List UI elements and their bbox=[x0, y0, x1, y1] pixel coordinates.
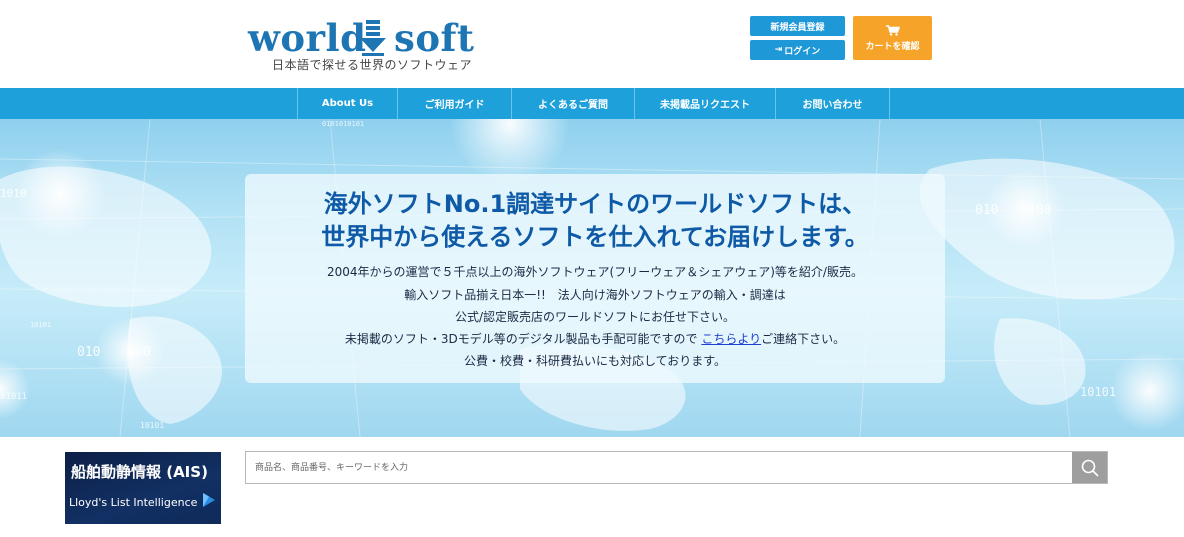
nav-list: About Us ご利用ガイド よくあるご質問 未掲載品リクエスト お問い合わせ bbox=[297, 88, 890, 119]
nav-item-about-us[interactable]: About Us bbox=[298, 88, 398, 119]
nav-item-request[interactable]: 未掲載品リクエスト bbox=[635, 88, 776, 119]
bg-digits: 01011 bbox=[0, 392, 27, 402]
bg-digits: 0101010101 bbox=[322, 120, 364, 128]
logo-word-world: world bbox=[248, 16, 367, 60]
hero-title-line1: 海外ソフトNo.1調達サイトのワールドソフトは、 bbox=[323, 190, 867, 218]
banner-subtitle: Lloyd's List Intelligence bbox=[69, 496, 198, 509]
login-icon: ⇥ bbox=[774, 45, 783, 55]
hero-text-line4: 未掲載のソフト・3Dモデル等のデジタル製品も手配可能ですので こちらよりご連絡下… bbox=[245, 331, 945, 347]
hero-text-line1: 2004年からの運営で５千点以上の海外ソフトウェア(フリーウェア＆シェアウェア)… bbox=[327, 265, 863, 279]
hero-text-line4-before: 未掲載のソフト・3Dモデル等のデジタル製品も手配可能ですので bbox=[344, 332, 702, 346]
cart-button[interactable]: カートを確認 bbox=[853, 16, 932, 60]
nav-item-faq[interactable]: よくあるご質問 bbox=[512, 88, 635, 119]
search-input[interactable] bbox=[246, 452, 1072, 483]
hero-text-line5: 公費・校費・科研費払いにも対応しております。 bbox=[463, 354, 727, 368]
banner-title: 船舶動静情報 (AIS) bbox=[71, 463, 208, 481]
register-button-label: 新規会員登録 bbox=[770, 22, 825, 33]
search-icon bbox=[1081, 459, 1099, 477]
bg-digits: 100 bbox=[127, 345, 150, 360]
site-header: world soft 日本語で探せる世界のソフトウェア 新規会員登録 ⇥ ログイ… bbox=[0, 0, 1184, 88]
main-nav: About Us ご利用ガイド よくあるご質問 未掲載品リクエスト お問い合わせ bbox=[0, 88, 1184, 119]
download-arrow-icon bbox=[360, 20, 386, 56]
bg-digits: 010 bbox=[975, 203, 998, 218]
bg-digits: 1010 bbox=[0, 187, 27, 200]
search-button[interactable] bbox=[1072, 452, 1107, 483]
hero-text-line3: 公式/認定販売店のワールドソフトにお任せ下さい。 bbox=[454, 310, 736, 324]
bg-digits: 100 bbox=[1028, 203, 1051, 218]
cart-button-label: カートを確認 bbox=[865, 41, 920, 52]
bg-digits: 10101 bbox=[1080, 385, 1116, 399]
logo-tagline: 日本語で探せる世界のソフトウェア bbox=[272, 58, 473, 72]
ais-banner[interactable]: 船舶動静情報 (AIS) Lloyd's List Intelligence bbox=[65, 452, 221, 524]
hero-section: 0101010101 1010 010 100 010 100 10101 10… bbox=[0, 119, 1184, 437]
nav-item-contact[interactable]: お問い合わせ bbox=[776, 88, 890, 119]
hero-text-line4-after: ご連絡下さい。 bbox=[761, 332, 846, 346]
nav-item-guide[interactable]: ご利用ガイド bbox=[398, 88, 512, 119]
logo-word-soft: soft bbox=[394, 16, 475, 60]
site-logo[interactable]: world soft 日本語で探せる世界のソフトウェア bbox=[248, 14, 474, 74]
search-bar bbox=[245, 451, 1108, 484]
register-button[interactable]: 新規会員登録 bbox=[750, 16, 845, 36]
play-triangle-icon bbox=[203, 493, 215, 507]
hero-message-panel: 海外ソフトNo.1調達サイトのワールドソフトは、 世界中から使えるソフトを仕入れ… bbox=[245, 174, 945, 383]
login-button[interactable]: ⇥ ログイン bbox=[750, 40, 845, 60]
contact-here-link[interactable]: こちらより bbox=[701, 332, 761, 346]
hero-text-line2: 輸入ソフト品揃え日本一!! 法人向け海外ソフトウェアの輸入・調達は bbox=[404, 288, 786, 302]
hero-title-line2: 世界中から使えるソフトを仕入れてお届けします。 bbox=[321, 223, 869, 251]
cart-icon bbox=[885, 24, 900, 36]
bg-digits: 010 bbox=[77, 345, 100, 360]
bg-digits: 10101 bbox=[30, 321, 51, 329]
bg-digits: 10101 bbox=[140, 421, 164, 430]
login-button-label: ログイン bbox=[784, 46, 821, 57]
